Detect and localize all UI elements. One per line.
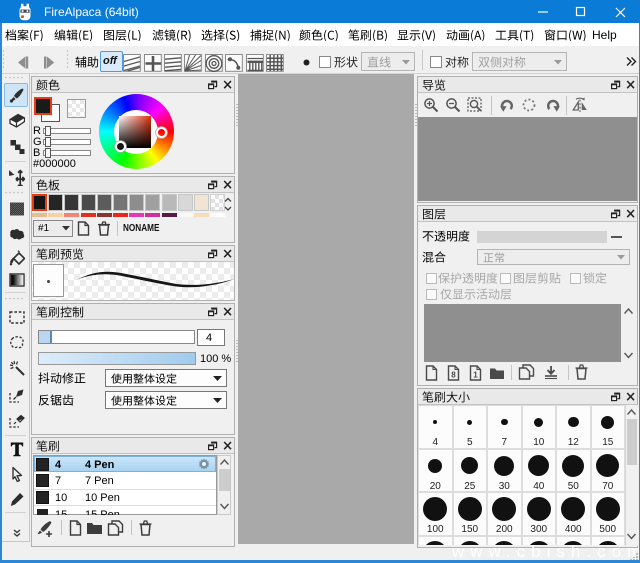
svg-text:8: 8 [451, 371, 456, 380]
svg-text:1: 1 [473, 371, 478, 380]
